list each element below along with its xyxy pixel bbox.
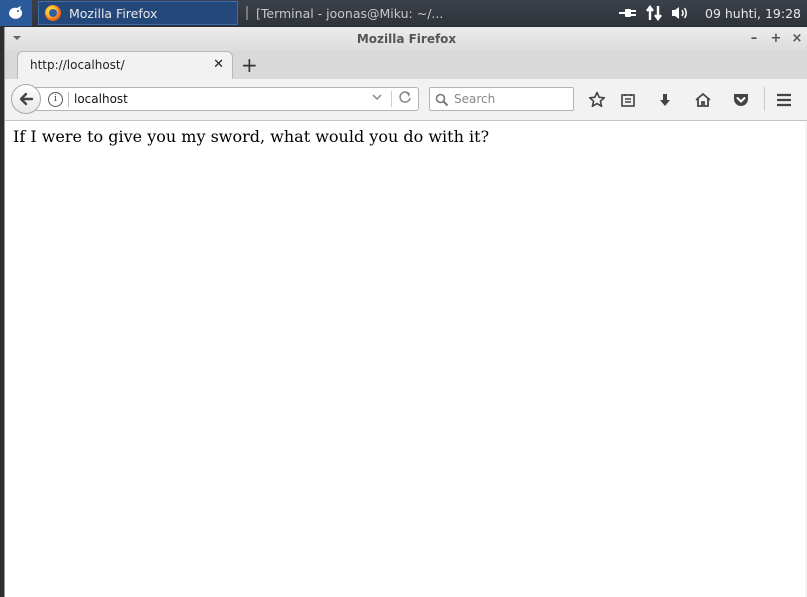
firefox-window: Mozilla Firefox – + × http://localhost/ … <box>4 27 807 597</box>
search-icon <box>435 92 449 111</box>
whisker-menu-button[interactable] <box>0 0 32 26</box>
task-terminal[interactable]: [Terminal - joonas@Miku: ~/... <box>240 1 444 25</box>
window-title: Mozilla Firefox <box>356 32 457 46</box>
url-separator <box>68 92 69 107</box>
firefox-icon <box>45 5 61 21</box>
page-text: If I were to give you my sword, what wou… <box>13 127 490 146</box>
menu-icon[interactable] <box>774 90 794 110</box>
reload-icon[interactable] <box>398 90 412 108</box>
system-tray: 09 huhti, 19:28 <box>617 0 807 26</box>
xfce-mouse-icon <box>9 6 23 19</box>
tab-localhost[interactable]: http://localhost/ ✕ <box>17 51 233 79</box>
terminal-icon <box>246 6 248 20</box>
clock[interactable]: 09 huhti, 19:28 <box>705 6 801 21</box>
tab-strip: http://localhost/ ✕ + <box>5 51 807 79</box>
search-bar[interactable]: Search <box>429 87 574 111</box>
window-menu-icon[interactable] <box>9 31 25 47</box>
taskbar: Mozilla Firefox [Terminal - joonas@Miku:… <box>0 0 807 26</box>
pocket-icon[interactable] <box>731 90 751 110</box>
page-content: If I were to give you my sword, what wou… <box>5 121 805 597</box>
url-text[interactable]: localhost <box>74 92 128 106</box>
downloads-icon[interactable] <box>655 90 675 110</box>
search-placeholder: Search <box>454 92 496 106</box>
volume-icon[interactable] <box>669 2 691 24</box>
window-titlebar[interactable]: Mozilla Firefox – + × <box>5 27 807 51</box>
bookmark-star-icon[interactable] <box>587 90 607 110</box>
url-bar[interactable]: i localhost <box>33 87 419 111</box>
maximize-button[interactable]: + <box>768 31 784 47</box>
url-separator-2 <box>391 91 392 107</box>
home-icon[interactable] <box>693 90 713 110</box>
task-firefox[interactable]: Mozilla Firefox <box>38 1 238 25</box>
reading-list-icon[interactable] <box>618 90 638 110</box>
tab-title: http://localhost/ <box>30 58 125 72</box>
power-plug-icon[interactable] <box>617 2 639 24</box>
back-icon <box>19 92 34 106</box>
back-button[interactable] <box>11 84 41 114</box>
navigation-toolbar: i localhost Search <box>5 79 807 121</box>
minimize-button[interactable]: – <box>746 31 762 47</box>
dropdown-icon[interactable] <box>372 91 382 104</box>
task-terminal-label: [Terminal - joonas@Miku: ~/... <box>256 5 444 21</box>
tab-close-icon[interactable]: ✕ <box>213 57 224 72</box>
network-icon[interactable] <box>643 2 665 24</box>
close-button[interactable]: × <box>789 31 805 47</box>
toolbar-separator <box>764 87 765 111</box>
info-icon[interactable]: i <box>48 92 63 107</box>
task-firefox-label: Mozilla Firefox <box>69 5 158 21</box>
new-tab-button[interactable]: + <box>241 53 258 77</box>
